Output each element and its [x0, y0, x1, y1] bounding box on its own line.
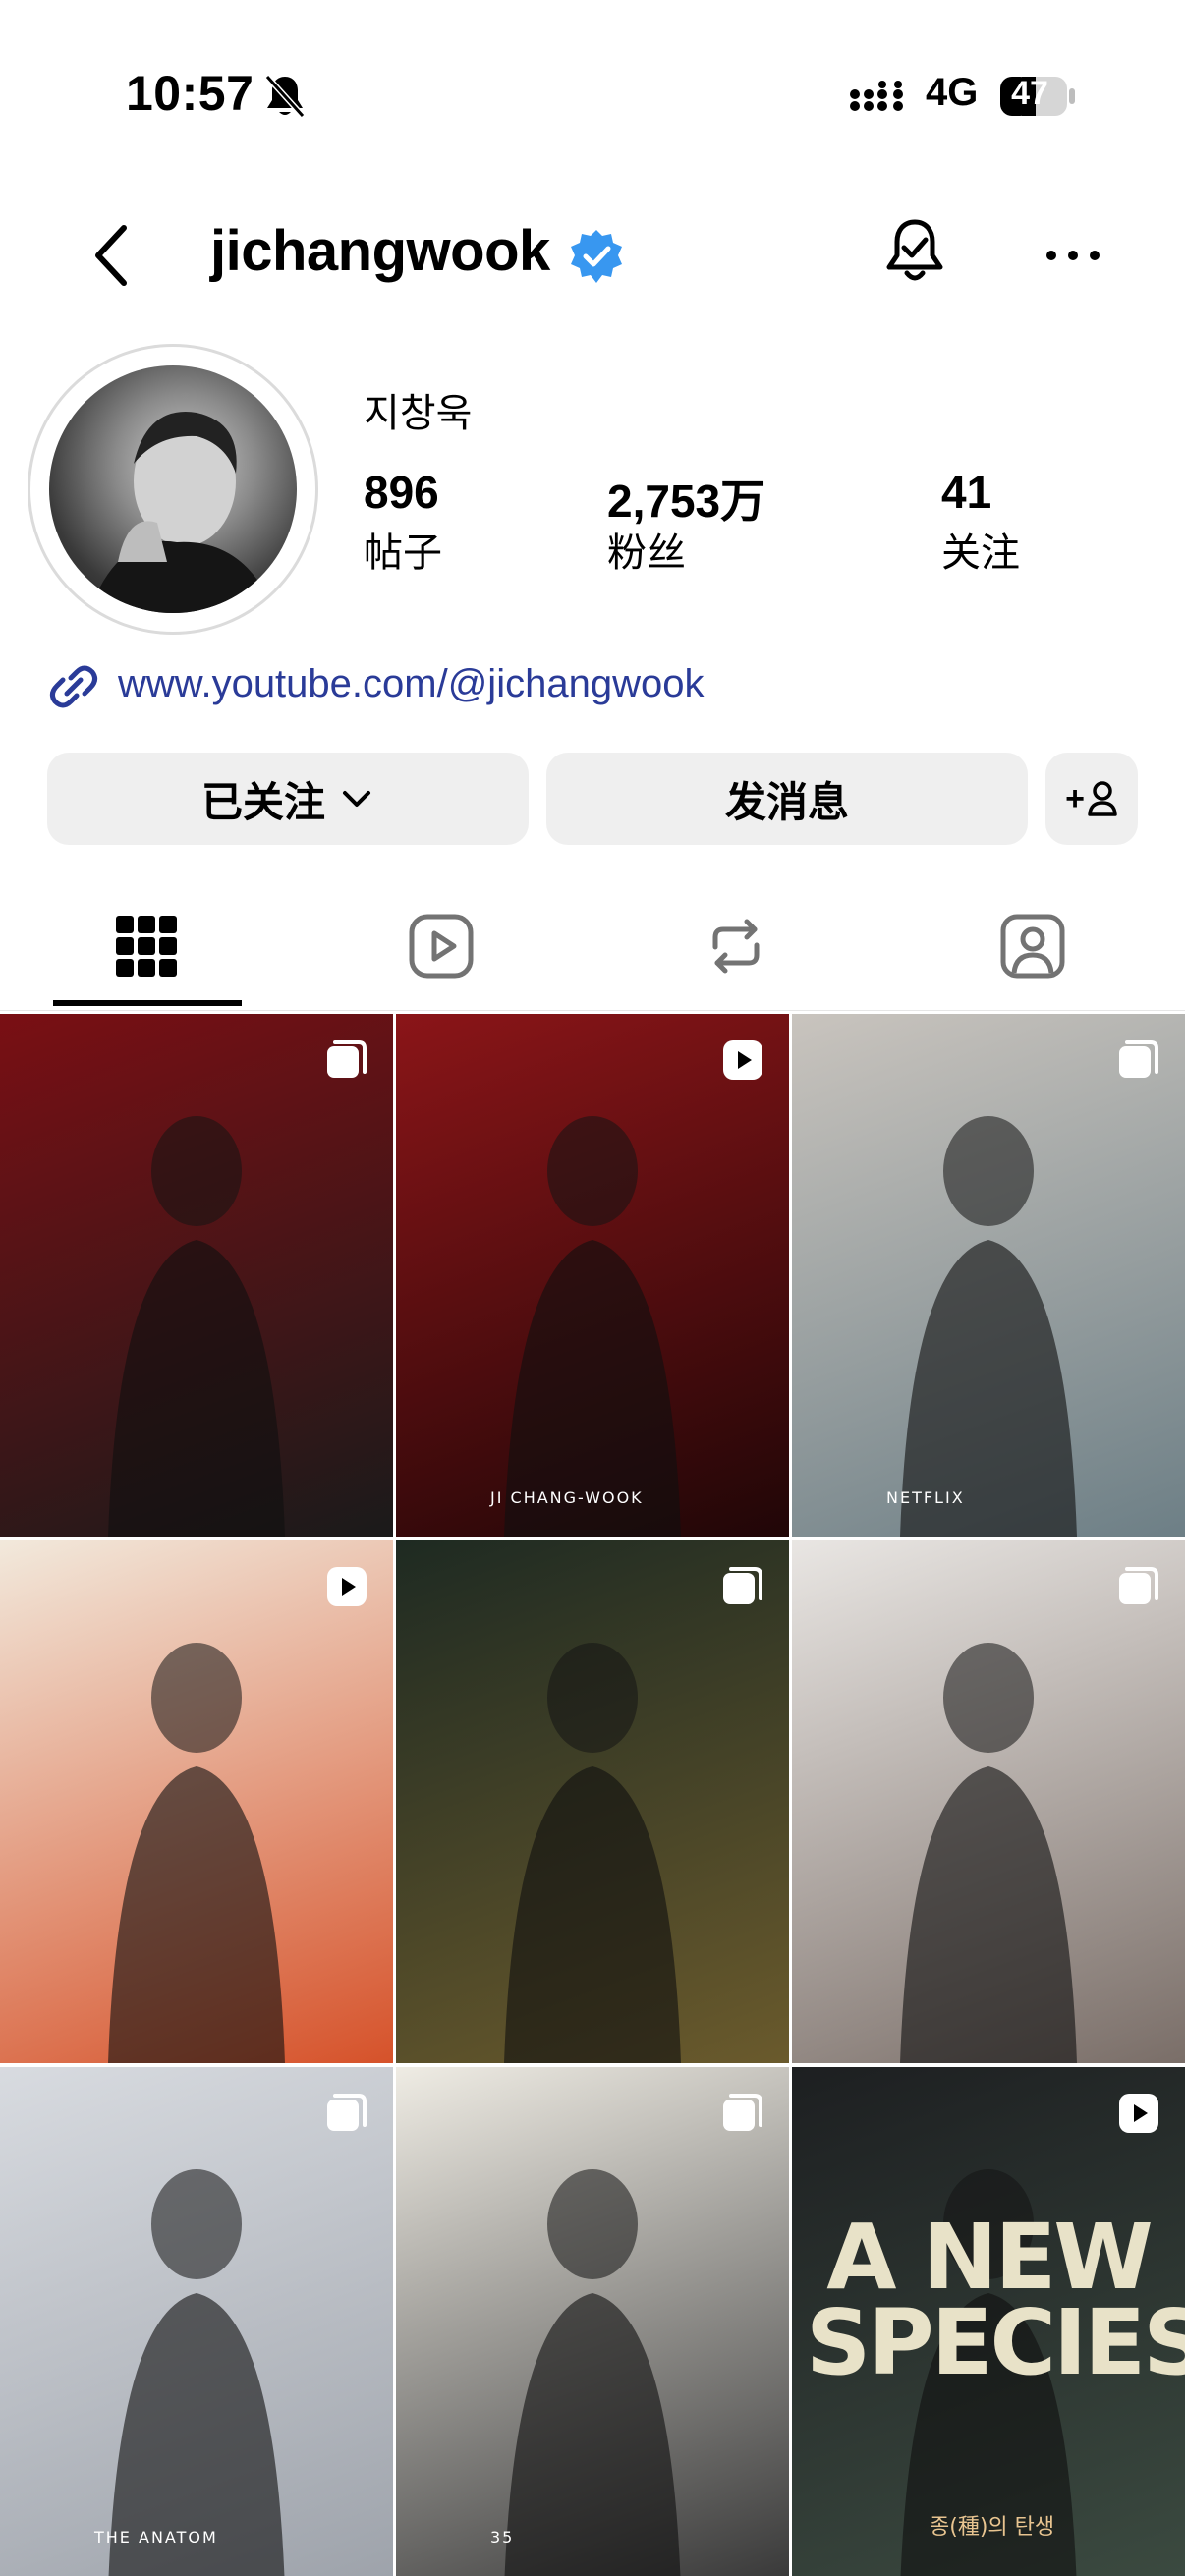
avatar[interactable] — [49, 365, 297, 613]
post-grid: JI CHANG-WOOK NETFLIX THE ANATOM 35 A NEW SP… — [0, 1014, 1185, 2576]
chevron-down-icon — [343, 791, 370, 807]
carousel-badge-icon — [1119, 1040, 1158, 1078]
reel-badge-icon — [327, 1567, 367, 1606]
post-caption: 35 — [490, 2528, 515, 2547]
post-figure — [108, 1116, 285, 1537]
reposts-icon[interactable] — [702, 912, 770, 980]
website-link[interactable]: www.youtube.com/@jichangwook — [118, 662, 704, 706]
post-caption: A NEW SPECIES — [806, 2205, 1185, 2396]
message-button-label: 发消息 — [724, 778, 849, 825]
following-count[interactable]: 41 — [941, 466, 991, 519]
following-button-label: 已关注 — [200, 778, 325, 825]
following-button[interactable]: 已关注 — [47, 753, 529, 845]
link-icon — [49, 665, 98, 708]
status-time: 10:57 — [126, 66, 254, 121]
verified-badge-icon — [571, 230, 622, 283]
post-figure — [108, 1643, 285, 2063]
post-tile[interactable] — [396, 1540, 789, 2063]
posts-count[interactable]: 896 — [364, 466, 439, 519]
reel-badge-icon — [723, 1040, 762, 1080]
post-caption: NETFLIX — [886, 1488, 965, 1507]
grid-icon[interactable] — [112, 912, 181, 980]
post-figure — [900, 1116, 1077, 1537]
followers-label[interactable]: 粉丝 — [607, 521, 686, 578]
carousel-badge-icon — [723, 1567, 762, 1604]
post-tile[interactable] — [0, 1540, 393, 2063]
post-figure — [108, 2169, 285, 2576]
post-tile[interactable]: JI CHANG-WOOK — [396, 1014, 789, 1537]
following-label[interactable]: 关注 — [941, 521, 1020, 578]
add-person-plus: + — [1065, 779, 1085, 817]
posts-label[interactable]: 帖子 — [364, 521, 442, 578]
post-tile[interactable]: 35 — [396, 2067, 789, 2576]
more-options-button[interactable] — [1042, 246, 1104, 265]
back-button[interactable] — [85, 218, 143, 293]
carousel-badge-icon — [723, 2094, 762, 2131]
post-figure — [900, 1643, 1077, 2063]
reel-badge-icon — [1119, 2094, 1158, 2133]
tagged-icon[interactable] — [998, 912, 1067, 980]
post-tile[interactable] — [792, 1540, 1185, 2063]
post-tile[interactable]: THE ANATOM — [0, 2067, 393, 2576]
post-figure — [504, 2169, 681, 2576]
post-caption-secondary: 종(種)의 탄생 — [930, 2515, 1055, 2540]
signal-icon — [850, 81, 903, 111]
post-caption: THE ANATOM — [94, 2528, 218, 2547]
post-figure — [504, 1116, 681, 1537]
battery-level: 47 — [1011, 75, 1048, 112]
post-tile[interactable]: A NEW SPECIES 종(種)의 탄생 — [792, 2067, 1185, 2576]
reels-icon[interactable] — [407, 912, 476, 980]
notification-bell-button[interactable] — [880, 216, 949, 291]
profile-username: jichangwook — [210, 219, 550, 283]
bell-muted-icon — [264, 74, 306, 119]
carousel-badge-icon — [1119, 1567, 1158, 1604]
tab-divider — [0, 1010, 1185, 1011]
suggested-people-button[interactable]: + — [1045, 753, 1138, 845]
post-tile[interactable] — [0, 1014, 393, 1537]
network-label: 4G — [926, 71, 979, 114]
post-figure — [504, 1643, 681, 2063]
carousel-badge-icon — [327, 2094, 367, 2131]
post-caption: JI CHANG-WOOK — [490, 1488, 644, 1507]
message-button[interactable]: 发消息 — [546, 753, 1028, 845]
display-name: 지창욱 — [364, 392, 473, 435]
post-tile[interactable]: NETFLIX — [792, 1014, 1185, 1537]
person-icon — [1088, 781, 1117, 816]
carousel-badge-icon — [327, 1040, 367, 1078]
active-tab-indicator — [53, 1000, 242, 1006]
